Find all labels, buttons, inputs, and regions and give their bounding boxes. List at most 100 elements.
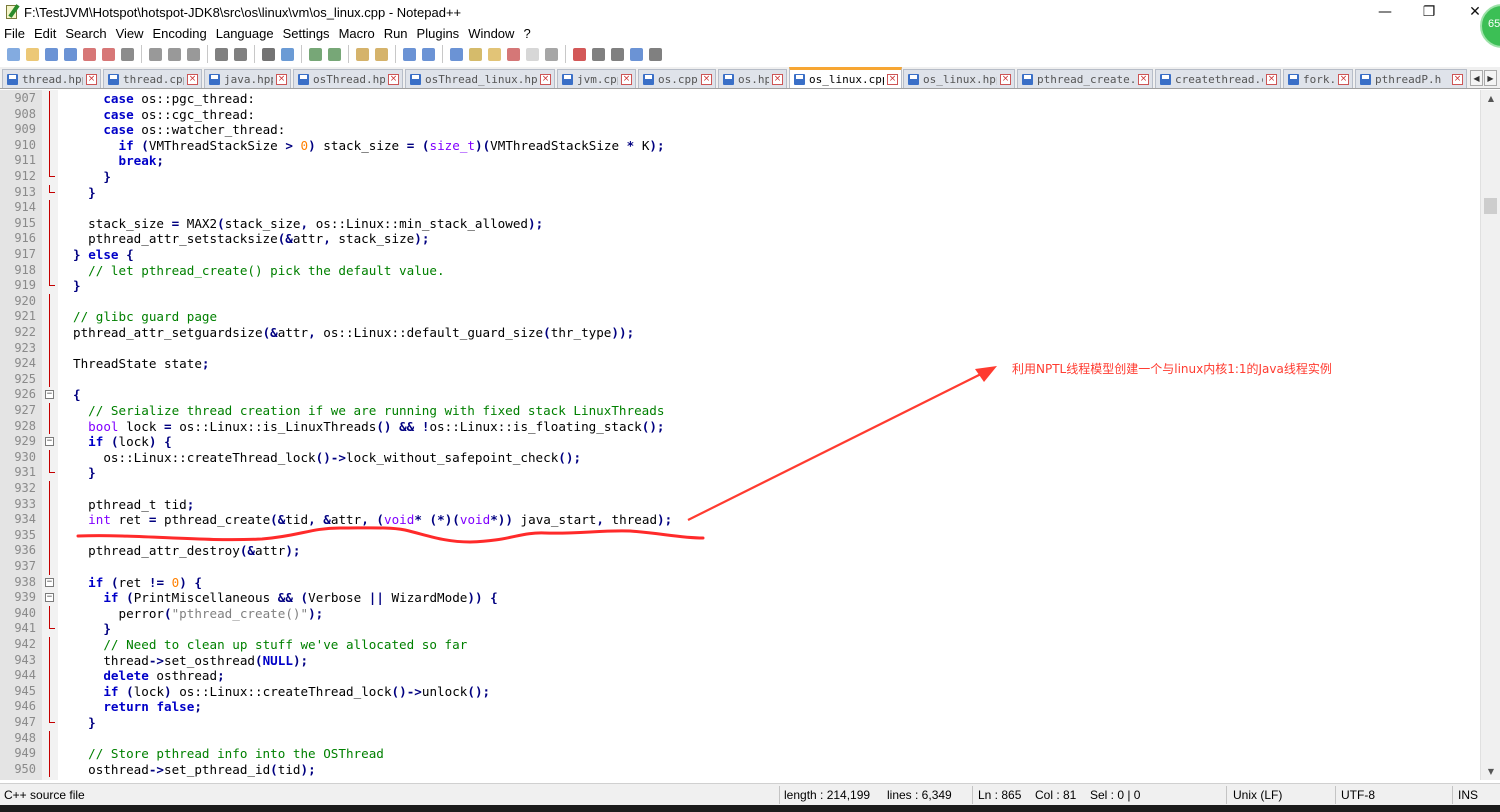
- code-line[interactable]: 916 pthread_attr_setstacksize(&attr, sta…: [0, 231, 1480, 247]
- fold-toggle-icon[interactable]: −: [45, 593, 54, 603]
- code-line[interactable]: 950 osthread->set_pthread_id(tid);: [0, 761, 1480, 778]
- code-line[interactable]: 912 }: [0, 169, 1480, 185]
- record-macro-icon[interactable]: [570, 45, 588, 63]
- tab-close-icon[interactable]: ×: [1000, 74, 1011, 85]
- code-line[interactable]: 946 return false;: [0, 699, 1480, 715]
- tab-createthread-c[interactable]: createthread.c ×: [1155, 69, 1281, 88]
- code-line[interactable]: 932: [0, 481, 1480, 497]
- menu-language[interactable]: Language: [216, 26, 274, 41]
- tab-scroll-right-button[interactable]: ▶: [1484, 70, 1497, 86]
- code-line[interactable]: 929− if (lock) {: [0, 434, 1480, 450]
- code-line[interactable]: 947 }: [0, 715, 1480, 731]
- maximize-button[interactable]: ❐: [1406, 0, 1452, 24]
- tab-close-icon[interactable]: ×: [1338, 74, 1349, 85]
- code-line[interactable]: 941 }: [0, 621, 1480, 637]
- code-line[interactable]: 934 int ret = pthread_create(&tid, &attr…: [0, 512, 1480, 528]
- code-line[interactable]: 917} else {: [0, 247, 1480, 263]
- doc-map-icon[interactable]: [504, 45, 522, 63]
- show-all-chars-icon[interactable]: [419, 45, 437, 63]
- code-line[interactable]: 922 pthread_attr_setguardsize(&attr, os::…: [0, 325, 1480, 341]
- tab-pthread-create-c[interactable]: pthread_create.c ×: [1017, 69, 1153, 88]
- code-line[interactable]: 918 // let pthread_create() pick the def…: [0, 262, 1480, 279]
- code-line[interactable]: 948: [0, 730, 1480, 747]
- tab-close-icon[interactable]: ×: [772, 74, 783, 85]
- menu-window[interactable]: Window: [468, 26, 514, 41]
- code-line[interactable]: 909 case os::watcher_thread:: [0, 122, 1480, 138]
- open-file-icon[interactable]: [23, 45, 41, 63]
- tab-close-icon[interactable]: ×: [1138, 74, 1149, 85]
- menu-plugins[interactable]: Plugins: [417, 26, 460, 41]
- find-icon[interactable]: [259, 45, 277, 63]
- code-line[interactable]: 927 // Serialize thread creation if we a…: [0, 403, 1480, 419]
- code-line[interactable]: 913 }: [0, 184, 1480, 201]
- code-line[interactable]: 940 perror("pthread_create()");: [0, 605, 1480, 622]
- paste-icon[interactable]: [184, 45, 202, 63]
- sync-v-icon[interactable]: [353, 45, 371, 63]
- menu-macro[interactable]: Macro: [339, 26, 375, 41]
- menu-encoding[interactable]: Encoding: [153, 26, 207, 41]
- zoom-out-icon[interactable]: [325, 45, 343, 63]
- scroll-down-arrow-icon[interactable]: ▼: [1481, 763, 1500, 780]
- tab-close-icon[interactable]: ×: [701, 74, 712, 85]
- code-line[interactable]: 935: [0, 527, 1480, 544]
- tab-close-icon[interactable]: ×: [887, 74, 898, 85]
- tab-os-linux-hpp[interactable]: os_linux.hpp ×: [903, 69, 1015, 88]
- tab-close-icon[interactable]: ×: [276, 74, 287, 85]
- code-line[interactable]: 931 }: [0, 465, 1480, 481]
- status-eol[interactable]: Unix (LF): [1233, 788, 1282, 802]
- save-macro-icon[interactable]: [646, 45, 664, 63]
- code-line[interactable]: 938− if (ret != 0) {: [0, 575, 1480, 591]
- save-all-icon[interactable]: [61, 45, 79, 63]
- menu-settings[interactable]: Settings: [283, 26, 330, 41]
- status-encoding[interactable]: UTF-8: [1341, 788, 1375, 802]
- vertical-scrollbar[interactable]: ▲ ▼: [1480, 90, 1500, 780]
- zoom-in-icon[interactable]: [306, 45, 324, 63]
- tab-os-cpp[interactable]: os.cpp ×: [638, 69, 716, 88]
- menu-run[interactable]: Run: [384, 26, 408, 41]
- code-line[interactable]: 920: [0, 293, 1480, 310]
- code-line[interactable]: 937: [0, 559, 1480, 575]
- tab-close-icon[interactable]: ×: [388, 74, 399, 85]
- scrollbar-thumb[interactable]: [1484, 198, 1497, 214]
- tab-fork-c[interactable]: fork.c×: [1283, 69, 1353, 88]
- tab-java-hpp[interactable]: java.hpp ×: [204, 69, 291, 88]
- menu-edit[interactable]: Edit: [34, 26, 56, 41]
- code-line[interactable]: 942 // Need to clean up stuff we've allo…: [0, 637, 1480, 653]
- indent-guide-icon[interactable]: [447, 45, 465, 63]
- code-line[interactable]: 928 bool lock = os::Linux::is_LinuxThrea…: [0, 418, 1480, 435]
- code-line[interactable]: 926− {: [0, 387, 1480, 403]
- stop-macro-icon[interactable]: [589, 45, 607, 63]
- code-line[interactable]: 943 thread->set_osthread(NULL);: [0, 652, 1480, 669]
- code-line[interactable]: 933 pthread_t tid;: [0, 496, 1480, 513]
- new-file-icon[interactable]: [4, 45, 22, 63]
- code-line[interactable]: 949 // Store pthread info into the OSThr…: [0, 746, 1480, 762]
- code-line[interactable]: 915 stack_size = MAX2(stack_size, os::Li…: [0, 215, 1480, 232]
- code-line[interactable]: 919}: [0, 278, 1480, 294]
- folder-icon[interactable]: [485, 45, 503, 63]
- tab-close-icon[interactable]: ×: [86, 74, 97, 85]
- word-wrap-icon[interactable]: [400, 45, 418, 63]
- code-line[interactable]: 907 case os::pgc_thread:: [0, 91, 1480, 107]
- tab-close-icon[interactable]: ×: [540, 74, 551, 85]
- tab-osthread-hpp[interactable]: osThread.hpp ×: [293, 69, 403, 88]
- tab-close-icon[interactable]: ×: [1266, 74, 1277, 85]
- redo-icon[interactable]: [231, 45, 249, 63]
- function-list-icon[interactable]: [523, 45, 541, 63]
- lang-icon[interactable]: [466, 45, 484, 63]
- minimize-button[interactable]: —: [1362, 0, 1408, 24]
- tab-close-icon[interactable]: ×: [187, 74, 198, 85]
- tab-jvm-cpp[interactable]: jvm.cpp×: [557, 69, 636, 88]
- fold-toggle-icon[interactable]: −: [45, 437, 54, 447]
- save-icon[interactable]: [42, 45, 60, 63]
- close-icon[interactable]: [80, 45, 98, 63]
- code-line[interactable]: 908 case os::cgc_thread:: [0, 106, 1480, 123]
- menu-view[interactable]: View: [116, 26, 144, 41]
- tab-close-icon[interactable]: ×: [621, 74, 632, 85]
- tab-osthread-linux-hpp[interactable]: osThread_linux.hpp ×: [405, 69, 555, 88]
- code-line[interactable]: 944 delete osthread;: [0, 668, 1480, 684]
- scroll-up-arrow-icon[interactable]: ▲: [1481, 90, 1500, 107]
- code-editor[interactable]: 907 case os::pgc_thread: 908 case os::cgc…: [0, 90, 1480, 780]
- fold-toggle-icon[interactable]: −: [45, 577, 54, 587]
- tab-os-hpp[interactable]: os.hpp×: [718, 69, 787, 88]
- code-line[interactable]: 914: [0, 200, 1480, 216]
